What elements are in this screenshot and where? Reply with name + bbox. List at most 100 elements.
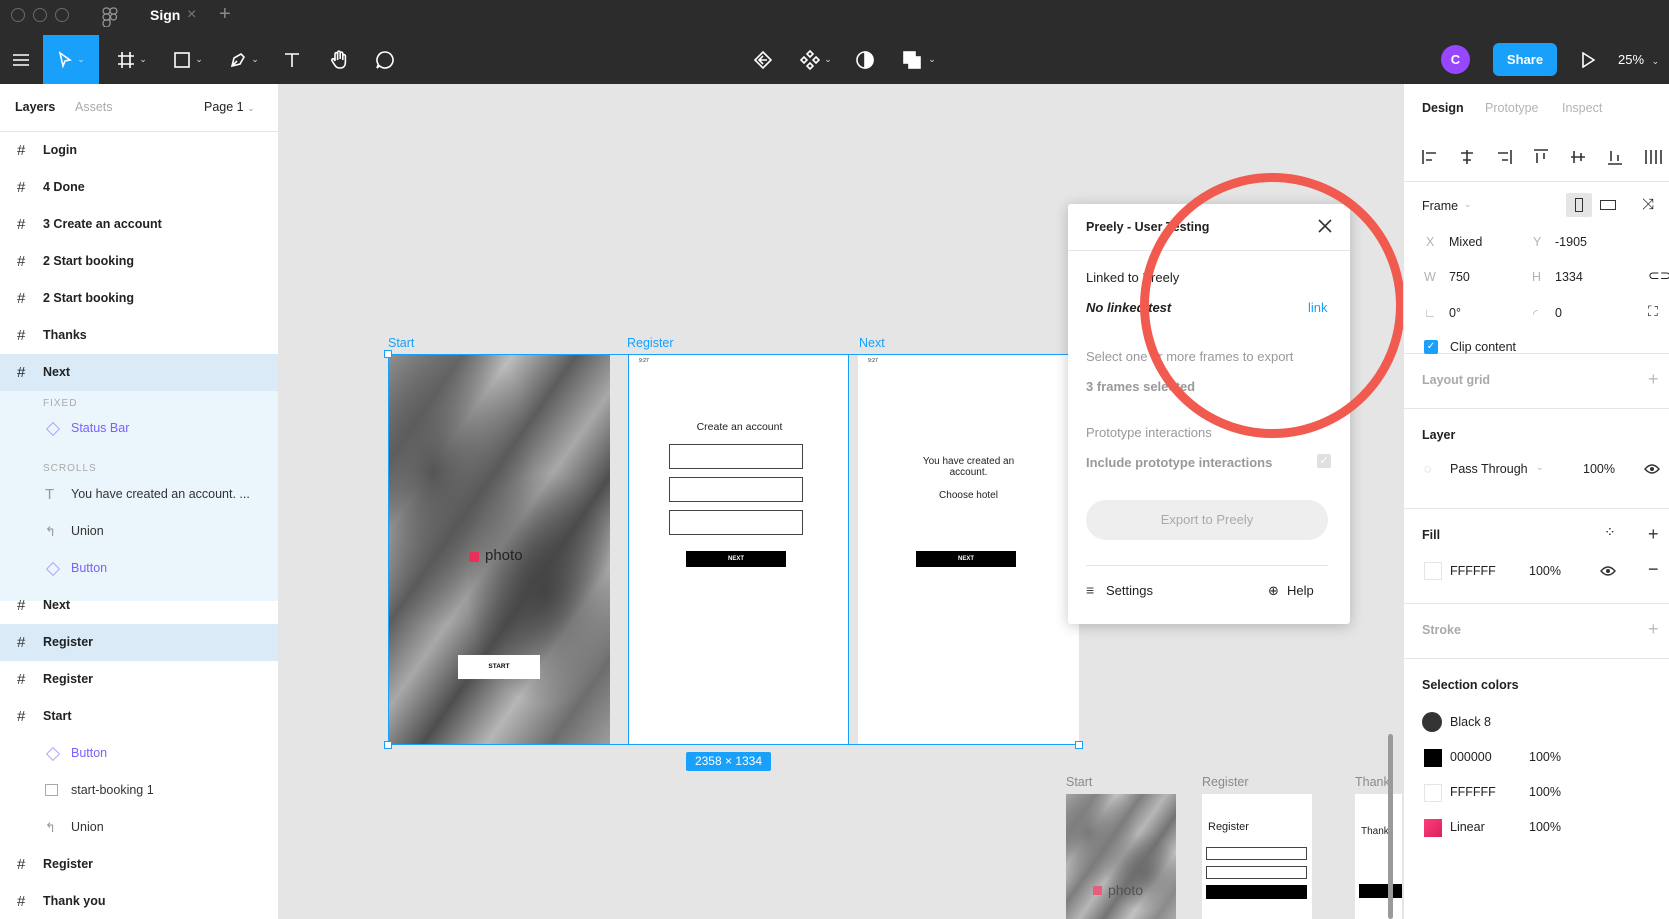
mask-button[interactable] <box>852 35 878 84</box>
layer-row[interactable]: # Login <box>0 132 278 169</box>
selection-color-opacity[interactable]: 100% <box>1529 785 1561 799</box>
x-field[interactable]: Mixed <box>1449 235 1482 249</box>
fill-hex-field[interactable]: FFFFFF <box>1450 564 1496 578</box>
landscape-icon[interactable] <box>1600 200 1616 210</box>
move-tool-button[interactable]: ⌄ <box>43 35 99 84</box>
register-field-3[interactable] <box>669 510 803 535</box>
text-tool-button[interactable] <box>280 35 304 84</box>
color-swatch[interactable] <box>1422 712 1442 732</box>
register-field-1[interactable] <box>669 444 803 469</box>
selection-color-opacity[interactable]: 100% <box>1529 820 1561 834</box>
tab-design[interactable]: Design <box>1422 101 1464 115</box>
blend-mode-dropdown[interactable]: Pass Through <box>1450 462 1528 476</box>
hand-tool-button[interactable] <box>326 35 352 84</box>
help-link[interactable]: Help <box>1287 583 1314 598</box>
layer-row[interactable]: Button <box>0 550 278 587</box>
align-left-icon[interactable] <box>1422 149 1438 165</box>
tab-assets[interactable]: Assets <box>75 100 113 114</box>
resize-handle[interactable] <box>384 350 392 358</box>
layer-row[interactable]: # Thank you <box>0 883 278 919</box>
instance-swap-button[interactable] <box>750 35 776 84</box>
layer-row-selected[interactable]: # Next <box>0 354 278 391</box>
layer-row[interactable]: Status Bar <box>0 410 278 447</box>
color-swatch[interactable] <box>1424 749 1442 767</box>
w-field[interactable]: 750 <box>1449 270 1470 284</box>
main-menu-icon[interactable] <box>8 35 34 84</box>
comment-tool-button[interactable] <box>372 35 398 84</box>
tab-layers[interactable]: Layers <box>15 100 55 114</box>
align-middle-icon[interactable] <box>1570 149 1586 165</box>
resize-handle[interactable] <box>384 741 392 749</box>
register-next-button[interactable]: NEXT <box>686 551 786 567</box>
selection-color-name[interactable]: FFFFFF <box>1450 785 1496 799</box>
selection-color-name[interactable]: Black 8 <box>1450 715 1491 729</box>
constrain-proportions-icon[interactable]: ⊂⊃ <box>1648 267 1669 284</box>
components-button[interactable]: ⌄ <box>795 35 837 84</box>
share-button[interactable]: Share <box>1493 43 1557 76</box>
layer-row[interactable]: #3 Create an account <box>0 206 278 243</box>
gradient-swatch[interactable] <box>1424 819 1442 837</box>
rotation-field[interactable]: 0° <box>1449 306 1461 320</box>
thumb-start[interactable]: photo <box>1066 794 1176 919</box>
thumb-register[interactable]: Register <box>1202 794 1312 919</box>
selection-color-opacity[interactable]: 100% <box>1529 750 1561 764</box>
window-zoom-dot[interactable] <box>55 8 69 22</box>
frame-register[interactable]: 9:27 Create an account NEXT <box>628 355 849 744</box>
frame-label-next[interactable]: Next <box>859 336 885 350</box>
tab-prototype[interactable]: Prototype <box>1485 101 1539 115</box>
align-right-icon[interactable] <box>1496 149 1512 165</box>
remove-fill-icon[interactable]: − <box>1648 559 1659 580</box>
canvas-scrollbar[interactable] <box>1388 734 1393 919</box>
thumb-label-register[interactable]: Register <box>1202 775 1249 789</box>
portrait-button[interactable] <box>1566 193 1592 217</box>
frame-tool-button[interactable]: ⌄ <box>112 35 152 84</box>
selection-color-name[interactable]: 000000 <box>1450 750 1492 764</box>
align-top-icon[interactable] <box>1533 149 1549 165</box>
layer-row[interactable]: # Register <box>0 846 278 883</box>
add-layout-grid-icon[interactable]: + <box>1648 369 1659 390</box>
start-button[interactable]: START <box>458 655 540 679</box>
window-minimize-dot[interactable] <box>33 8 47 22</box>
clip-content-checkbox[interactable]: ✓ <box>1424 340 1438 354</box>
h-field[interactable]: 1334 <box>1555 270 1583 284</box>
fill-opacity-field[interactable]: 100% <box>1529 564 1561 578</box>
selection-color-name[interactable]: Linear <box>1450 820 1485 834</box>
new-tab-icon[interactable]: + <box>219 3 231 26</box>
export-button[interactable]: Export to Preely <box>1086 500 1328 540</box>
close-tab-icon[interactable]: × <box>187 6 196 24</box>
layer-row-selected[interactable]: # Register <box>0 624 278 661</box>
layer-row[interactable]: # Start <box>0 698 278 735</box>
figma-logo-icon[interactable] <box>102 7 118 27</box>
thumb-label-start[interactable]: Start <box>1066 775 1092 789</box>
add-stroke-icon[interactable]: + <box>1648 619 1659 640</box>
include-checkbox[interactable]: ✓ <box>1317 454 1331 468</box>
layer-row[interactable]: # Next <box>0 587 278 624</box>
independent-corners-icon[interactable]: ⛶ <box>1648 303 1658 320</box>
align-bottom-icon[interactable] <box>1607 149 1623 165</box>
layer-row[interactable]: ↰ Union <box>0 809 278 846</box>
thumb-label-thanks[interactable]: Thank <box>1355 775 1390 789</box>
eye-icon[interactable] <box>1644 463 1660 475</box>
thumb-thanks[interactable]: Thank <box>1355 794 1402 919</box>
shape-tool-button[interactable]: ⌄ <box>168 35 208 84</box>
layer-row[interactable]: # Thanks <box>0 317 278 354</box>
file-tab[interactable]: Sign <box>133 0 213 35</box>
resize-handle[interactable] <box>1075 741 1083 749</box>
color-swatch[interactable] <box>1424 784 1442 802</box>
y-field[interactable]: -1905 <box>1555 235 1587 249</box>
frame-label-register[interactable]: Register <box>627 336 674 350</box>
resize-to-fit-icon[interactable]: ⤨ <box>1642 196 1654 213</box>
pen-tool-button[interactable]: ⌄ <box>224 35 264 84</box>
layer-row[interactable]: # Register <box>0 661 278 698</box>
register-field-2[interactable] <box>669 477 803 502</box>
frame-start[interactable]: photo START <box>389 355 610 744</box>
layer-opacity-field[interactable]: 100% <box>1583 462 1615 476</box>
layer-row[interactable]: #2 Start booking <box>0 243 278 280</box>
frame-label[interactable]: Frame <box>1422 199 1458 213</box>
layer-row[interactable]: Button <box>0 735 278 772</box>
style-picker-icon[interactable]: ⁘ <box>1604 524 1616 541</box>
layer-row[interactable]: ↰ Union <box>0 513 278 550</box>
layer-row[interactable]: #4 Done <box>0 169 278 206</box>
layer-row[interactable]: #2 Start booking <box>0 280 278 317</box>
distribute-icon[interactable] <box>1644 149 1664 165</box>
